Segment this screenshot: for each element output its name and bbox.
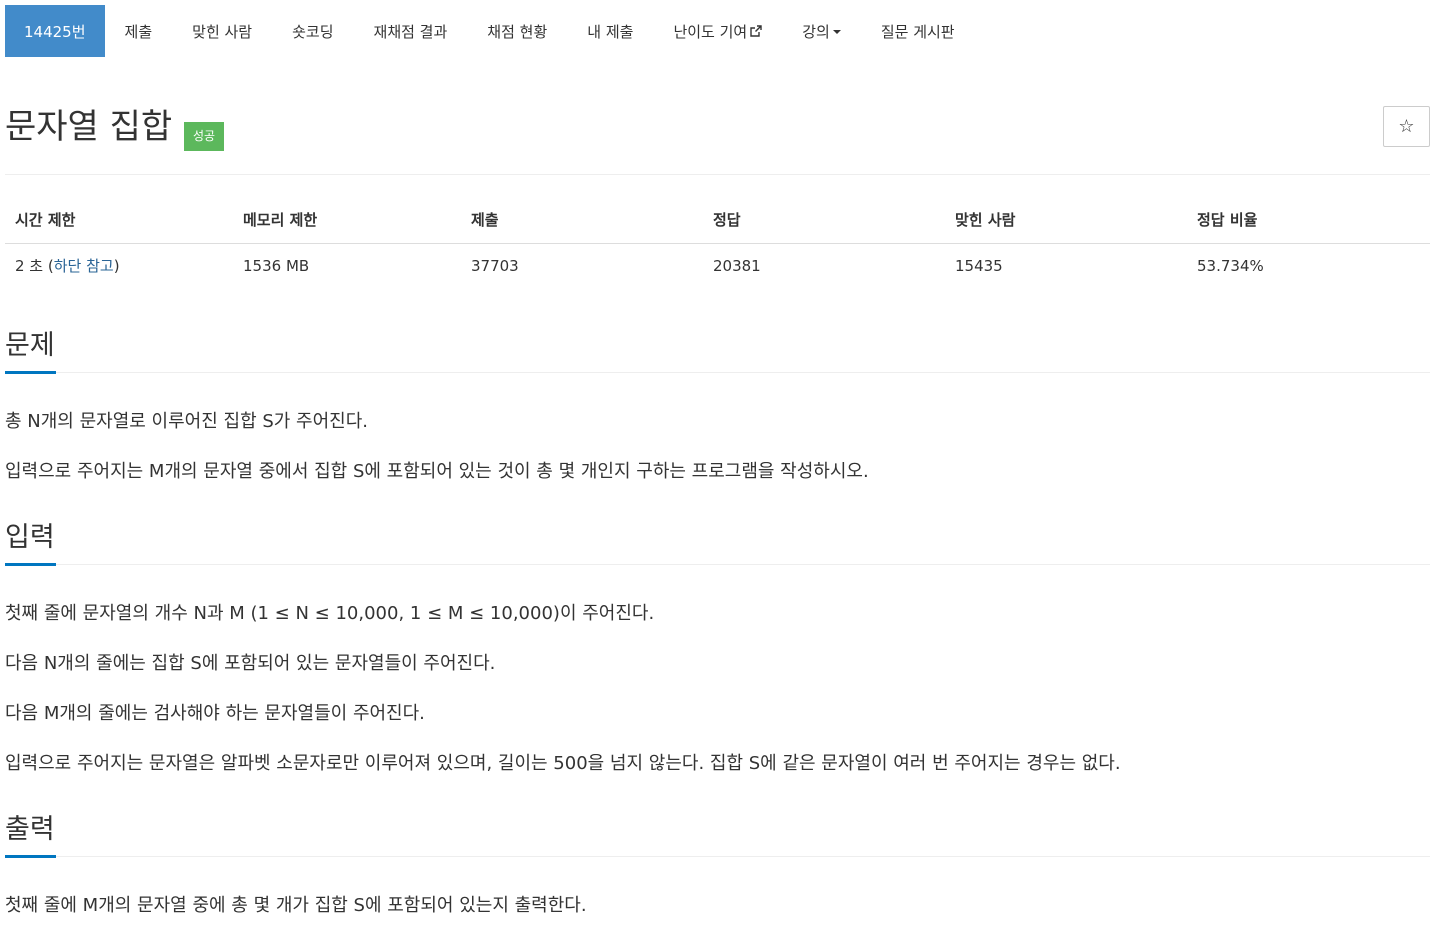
header-memory-limit: 메모리 제한: [233, 196, 461, 244]
tab-lectures-dropdown[interactable]: 강의: [782, 5, 861, 57]
input-heading: 입력: [5, 522, 55, 553]
heading-underline: [5, 563, 56, 566]
tab-judge-status[interactable]: 채점 현황: [467, 5, 567, 57]
cell-accept-ratio: 53.734%: [1197, 256, 1264, 275]
time-limit-suffix: ): [113, 257, 120, 275]
cell-solvers: 15435: [955, 256, 1003, 275]
description-paragraph: 입력으로 주어지는 M개의 문자열 중에서 집합 S에 포함되어 있는 것이 총…: [5, 461, 869, 482]
table-row: 2 초 (하단 참고) 1536 MB 37703 20381 15435 53…: [5, 244, 1430, 288]
tab-label: 내 제출: [587, 22, 634, 41]
section-heading: 출력: [5, 810, 1430, 858]
output-section: 출력 첫째 줄에 M개의 문자열 중에 총 몇 개가 집합 S에 포함되어 있는…: [5, 810, 1430, 916]
tab-label: 14425번: [24, 22, 86, 41]
input-paragraph: 다음 N개의 줄에는 집합 S에 포함되어 있는 문자열들이 주어진다.: [5, 653, 496, 674]
tab-submit[interactable]: 제출: [105, 5, 173, 57]
description-heading: 문제: [5, 330, 55, 361]
tab-my-submissions[interactable]: 내 제출: [567, 5, 653, 57]
input-paragraph: 입력으로 주어지는 문자열은 알파벳 소문자로만 이루어져 있으며, 길이는 5…: [5, 753, 1121, 774]
tab-short-coding[interactable]: 숏코딩: [272, 5, 353, 57]
page-title: 문자열 집합: [5, 107, 173, 147]
output-heading: 출력: [5, 814, 55, 845]
description-paragraph: 총 N개의 문자열로 이루어진 집합 S가 주어진다.: [5, 411, 369, 432]
tab-label: 난이도 기여: [673, 22, 748, 41]
favorite-button[interactable]: ☆: [1383, 106, 1430, 147]
output-paragraph: 첫째 줄에 M개의 문자열 중에 총 몇 개가 집합 S에 포함되어 있는지 출…: [5, 895, 587, 916]
heading-underline: [5, 371, 56, 374]
caret-down-icon: [832, 30, 841, 34]
tab-label: 질문 게시판: [880, 22, 955, 41]
status-badge: 성공: [184, 122, 225, 151]
tab-problem[interactable]: 14425번: [5, 5, 105, 57]
section-heading: 문제: [5, 326, 1430, 374]
header-accept-ratio: 정답 비율: [1187, 196, 1430, 244]
tab-rejudge-results[interactable]: 재채점 결과: [354, 5, 468, 57]
header-submissions: 제출: [461, 196, 703, 244]
description-section: 문제 총 N개의 문자열로 이루어진 집합 S가 주어진다. 입력으로 주어지는…: [5, 326, 1430, 482]
tab-label: 제출: [124, 22, 153, 41]
cell-time-limit: 2 초 (하단 참고): [5, 244, 233, 288]
problem-info-table: 시간 제한 메모리 제한 제출 정답 맞힌 사람 정답 비율 2 초 (하단 참…: [5, 196, 1430, 287]
table-header-row: 시간 제한 메모리 제한 제출 정답 맞힌 사람 정답 비율: [5, 196, 1430, 244]
star-outline-icon: ☆: [1398, 116, 1415, 137]
cell-submissions: 37703: [471, 256, 519, 275]
problem-header: 문자열 집합 성공 ☆: [5, 104, 1430, 154]
tab-solvers[interactable]: 맞힌 사람: [172, 5, 272, 57]
problem-nav-tabs: 14425번 제출 맞힌 사람 숏코딩 재채점 결과 채점 현황 내 제출 난이…: [5, 5, 975, 57]
time-limit-prefix: 2 초 (: [15, 257, 54, 275]
cell-memory-limit: 1536 MB: [243, 256, 310, 275]
tab-label: 숏코딩: [292, 22, 334, 41]
tab-question-board[interactable]: 질문 게시판: [861, 5, 975, 57]
header-accepted: 정답: [703, 196, 945, 244]
tab-label: 강의: [802, 22, 830, 41]
cell-accepted: 20381: [713, 256, 761, 275]
tab-label: 재채점 결과: [373, 22, 448, 41]
input-paragraph: 다음 M개의 줄에는 검사해야 하는 문자열들이 주어진다.: [5, 703, 425, 724]
heading-underline: [5, 855, 56, 858]
tab-label: 맞힌 사람: [192, 22, 253, 41]
tab-difficulty-contribution[interactable]: 난이도 기여: [653, 5, 782, 57]
input-paragraph: 첫째 줄에 문자열의 개수 N과 M (1 ≤ N ≤ 10,000, 1 ≤ …: [5, 603, 655, 624]
header-solvers: 맞힌 사람: [945, 196, 1187, 244]
title-divider: [5, 174, 1430, 175]
section-heading: 입력: [5, 518, 1430, 566]
input-section: 입력 첫째 줄에 문자열의 개수 N과 M (1 ≤ N ≤ 10,000, 1…: [5, 518, 1430, 774]
tab-label: 채점 현황: [487, 22, 548, 41]
external-link-icon: [750, 25, 762, 37]
header-time-limit: 시간 제한: [5, 196, 233, 244]
time-limit-note-link[interactable]: 하단 참고: [54, 257, 114, 275]
